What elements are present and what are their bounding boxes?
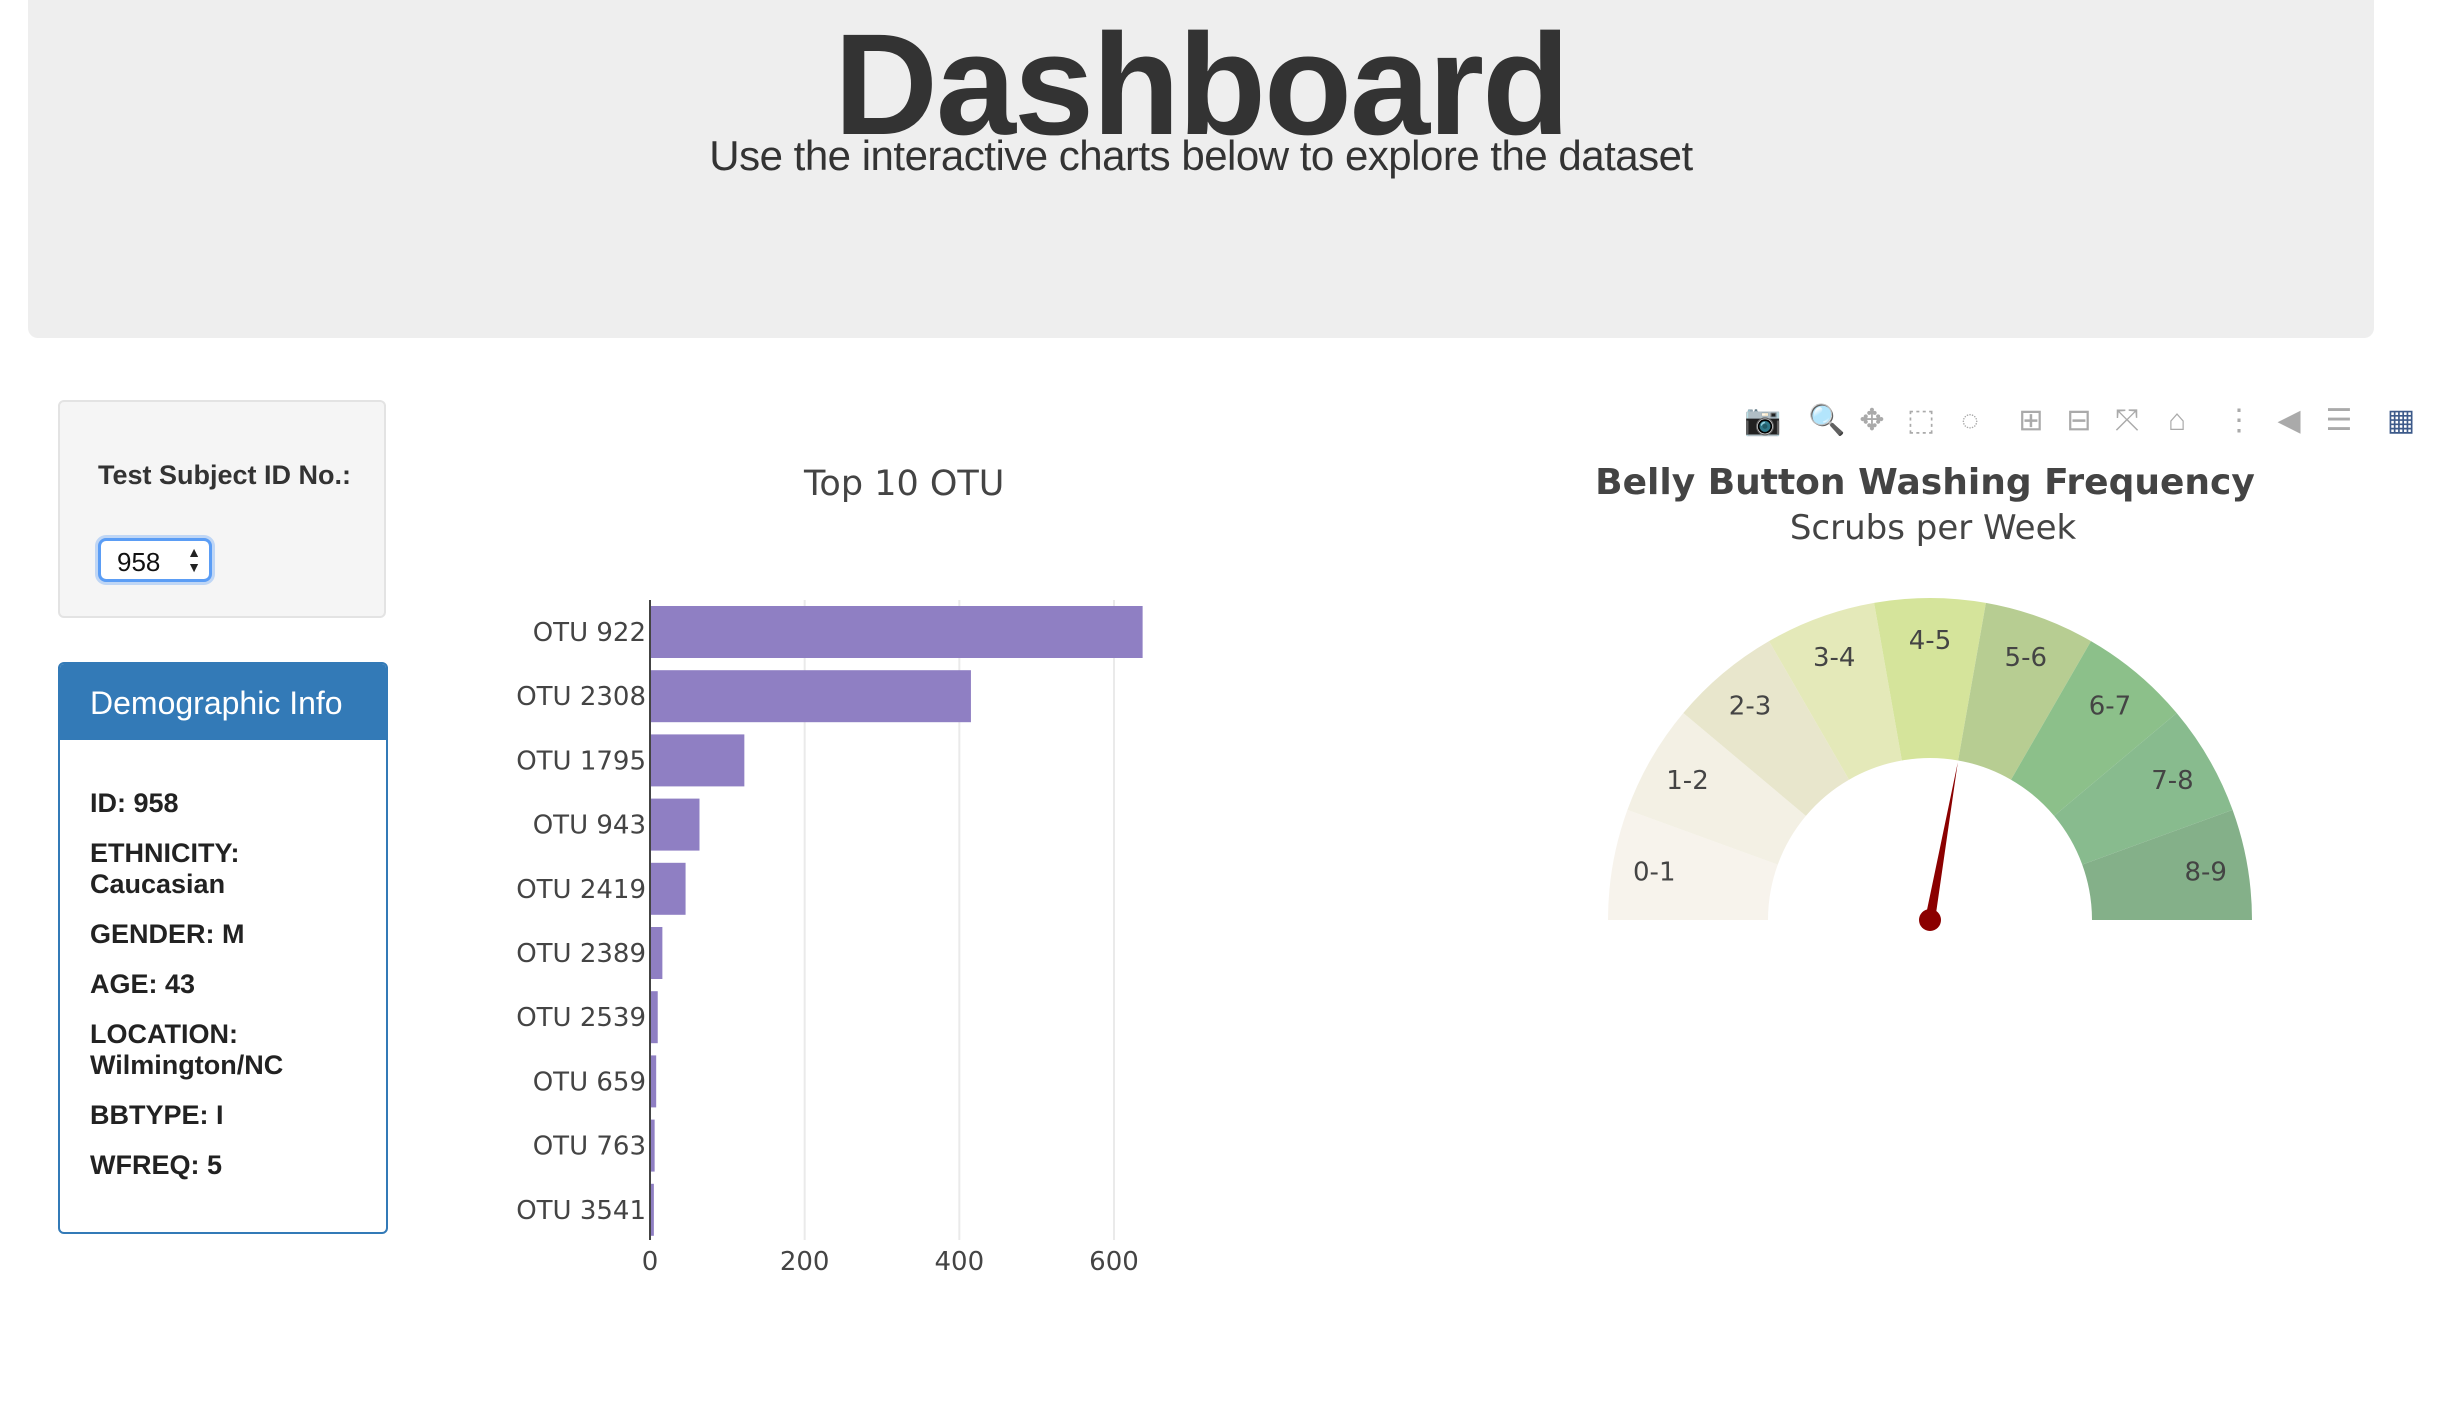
gauge-segment-label: 3-4 [1813, 643, 1855, 673]
gauge-segment[interactable] [1608, 809, 1778, 920]
bar-x-tick-label: 0 [642, 1247, 659, 1277]
box-select-icon[interactable]: ⬚ [1904, 404, 1938, 438]
gauge-segment[interactable] [2011, 641, 2177, 816]
gauge-segment[interactable] [1958, 602, 2091, 780]
bar-category-label: OTU 659 [533, 1067, 646, 1097]
gauge-segment-label: 6-7 [2089, 692, 2131, 722]
gauge-segment-label: 2-3 [1729, 692, 1771, 722]
bar-x-tick-label: 200 [780, 1247, 830, 1277]
gauge-segment-label: 0-1 [1633, 857, 1675, 887]
bar-rect[interactable] [650, 606, 1143, 658]
bar-category-label: OTU 922 [533, 618, 646, 648]
bar-category-label: OTU 1795 [516, 746, 646, 776]
lasso-icon[interactable]: ◌ [1953, 404, 1987, 438]
bar-chart[interactable]: 0 200 400 600 OTU 922 OTU 2308 OTU 1795 OTU 943… [0, 0, 1300, 1300]
gauge-segment-label: 1-2 [1666, 766, 1708, 796]
bar-x-tick-label: 400 [935, 1247, 985, 1277]
gauge-segment[interactable] [1769, 602, 1902, 780]
gauge-segment[interactable] [1683, 641, 1849, 816]
bar-rect[interactable] [650, 862, 686, 915]
gauge-segment[interactable] [1627, 713, 1806, 865]
autoscale-icon[interactable]: ⤧ [2110, 404, 2144, 438]
bar-category-label: OTU 763 [533, 1132, 646, 1162]
gauge-segment-label: 5-6 [2005, 643, 2047, 673]
reset-axes-icon[interactable]: ⌂ [2160, 404, 2194, 438]
gauge-segment[interactable] [2082, 809, 2252, 920]
bar-category-label: OTU 943 [533, 811, 646, 841]
bar-category-label: OTU 2419 [516, 875, 646, 905]
zoom-in-icon[interactable]: ⊞ [2014, 404, 2048, 438]
camera-icon[interactable]: 📷 [1744, 404, 1781, 438]
zoom-out-icon[interactable]: ⊟ [2062, 404, 2096, 438]
bar-rect[interactable] [650, 798, 700, 851]
bar-rect[interactable] [650, 991, 658, 1044]
gauge-segment[interactable] [2054, 713, 2233, 865]
bar-x-tick-label: 600 [1089, 1247, 1139, 1277]
plotly-logo-icon[interactable]: ▦ [2384, 404, 2418, 438]
bar-category-label: OTU 2389 [516, 939, 646, 969]
gauge-segment-label: 8-9 [2185, 857, 2227, 887]
bar-rect[interactable] [650, 734, 745, 787]
bar-category-label: OTU 3541 [516, 1196, 646, 1226]
bar-category-label: OTU 2539 [516, 1003, 646, 1033]
gauge-needle [1925, 762, 1958, 921]
bar-category-label: OTU 2308 [516, 682, 646, 712]
gauge-title: Belly Button Washing Frequency [1595, 462, 2255, 503]
bar-rect[interactable] [650, 670, 971, 723]
gauge-segment-label: 7-8 [2151, 766, 2193, 796]
bar-rect[interactable] [650, 927, 663, 979]
hover-closest-icon[interactable]: ◀ [2272, 404, 2306, 438]
gauge-needle-hub [1919, 909, 1941, 931]
gauge-segment-label: 4-5 [1909, 626, 1951, 656]
spike-lines-icon[interactable]: ⋮ [2222, 404, 2256, 438]
gauge-subtitle: Scrubs per Week [1789, 508, 2077, 548]
zoom-icon[interactable]: 🔍 [1808, 404, 1845, 438]
gauge-segment[interactable] [1874, 598, 1986, 761]
pan-icon[interactable]: ✥ [1855, 404, 1889, 438]
hover-compare-icon[interactable]: ☰ [2322, 404, 2356, 438]
